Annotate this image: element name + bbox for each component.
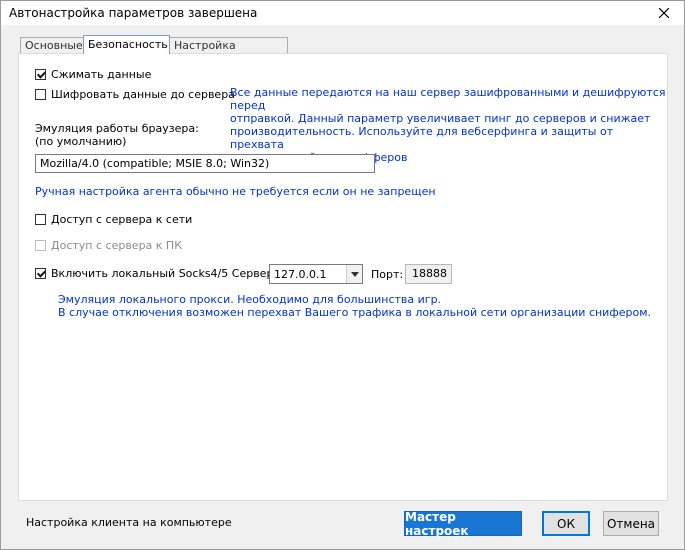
tab-general-label: Основные: [25, 39, 83, 52]
encrypt-label: Шифровать данные до сервера: [51, 88, 235, 101]
server-pc-label: Доступ с сервера к ПК: [51, 239, 183, 252]
tab-security[interactable]: Безопасность: [83, 35, 170, 54]
wizard-button[interactable]: Мастер настроек: [404, 509, 522, 538]
tab-general[interactable]: Основные: [20, 37, 84, 53]
cancel-button-label: Отмена: [606, 516, 656, 531]
proxy-note-line-2: В случае отключения возможен перехват Ва…: [58, 306, 652, 319]
ok-button[interactable]: ОК: [542, 511, 590, 536]
chevron-down-icon: [350, 271, 359, 277]
encrypt-note: Все данные передаются на наш сервер заши…: [230, 86, 667, 164]
server-pc-checkbox[interactable]: [35, 240, 46, 251]
title-bar: Автонастройка параметров завершена: [1, 1, 684, 25]
tab-program-settings[interactable]: Настройка программ: [169, 37, 288, 68]
browser-emulation-label-line-2: (по умолчанию): [35, 135, 127, 148]
user-agent-input[interactable]: [35, 154, 375, 173]
compress-checkbox-row[interactable]: Сжимать данные: [35, 68, 151, 81]
server-pc-checkbox-row[interactable]: Доступ с сервера к ПК: [35, 239, 182, 252]
tab-security-label: Безопасность: [88, 38, 168, 51]
compress-label: Сжимать данные: [51, 68, 152, 81]
socks-ip-dropdown-button[interactable]: [346, 265, 362, 283]
wizard-button-label: Мастер настроек: [405, 509, 469, 538]
port-field[interactable]: 18888: [405, 264, 452, 284]
settings-window: Автонастройка параметров завершена Основ…: [0, 0, 685, 550]
compress-checkbox[interactable]: [35, 69, 46, 80]
socks-label: Включить локальный Socks4/5 Сервер на: [51, 267, 291, 280]
encrypt-checkbox-row[interactable]: Шифровать данные до сервера: [35, 88, 235, 101]
client-settings-text: Настройка клиента на компьютере: [26, 516, 232, 529]
server-net-checkbox[interactable]: [35, 214, 46, 225]
encrypt-note-line-1: Все данные передаются на наш сервер заши…: [230, 86, 666, 112]
proxy-note: Эмуляция локального прокси. Необходимо д…: [58, 293, 651, 319]
port-label: Порт:: [371, 268, 404, 281]
encrypt-checkbox[interactable]: [35, 89, 46, 100]
ok-button-label: ОК: [557, 516, 575, 531]
window-title: Автонастройка параметров завершена: [9, 6, 258, 20]
socks-checkbox-row[interactable]: Включить локальный Socks4/5 Сервер на: [35, 267, 291, 280]
server-net-checkbox-row[interactable]: Доступ с сервера к сети: [35, 213, 192, 226]
browser-emulation-label: Эмуляция работы браузера: (по умолчанию): [35, 122, 199, 148]
close-button[interactable]: [644, 1, 684, 25]
proxy-note-line-1: Эмуляция локального прокси. Необходимо д…: [58, 293, 442, 306]
security-panel: Сжимать данные Шифровать данные до серве…: [18, 53, 668, 501]
encrypt-note-line-2: отправкой. Данный параметр увеличивает п…: [230, 112, 651, 125]
close-icon: [659, 8, 669, 18]
socks-ip-select[interactable]: 127.0.0.1: [269, 264, 363, 284]
socks-checkbox[interactable]: [35, 268, 46, 279]
cancel-button[interactable]: Отмена: [603, 511, 659, 536]
port-value: 18888: [412, 267, 447, 280]
socks-ip-value: 127.0.0.1: [274, 267, 327, 281]
server-net-label: Доступ с сервера к сети: [51, 213, 193, 226]
agent-note: Ручная настройка агента обычно не требуе…: [35, 185, 436, 198]
encrypt-note-line-3: производительность. Используйте для вебс…: [230, 125, 614, 151]
browser-emulation-label-line-1: Эмуляция работы браузера:: [35, 122, 199, 135]
